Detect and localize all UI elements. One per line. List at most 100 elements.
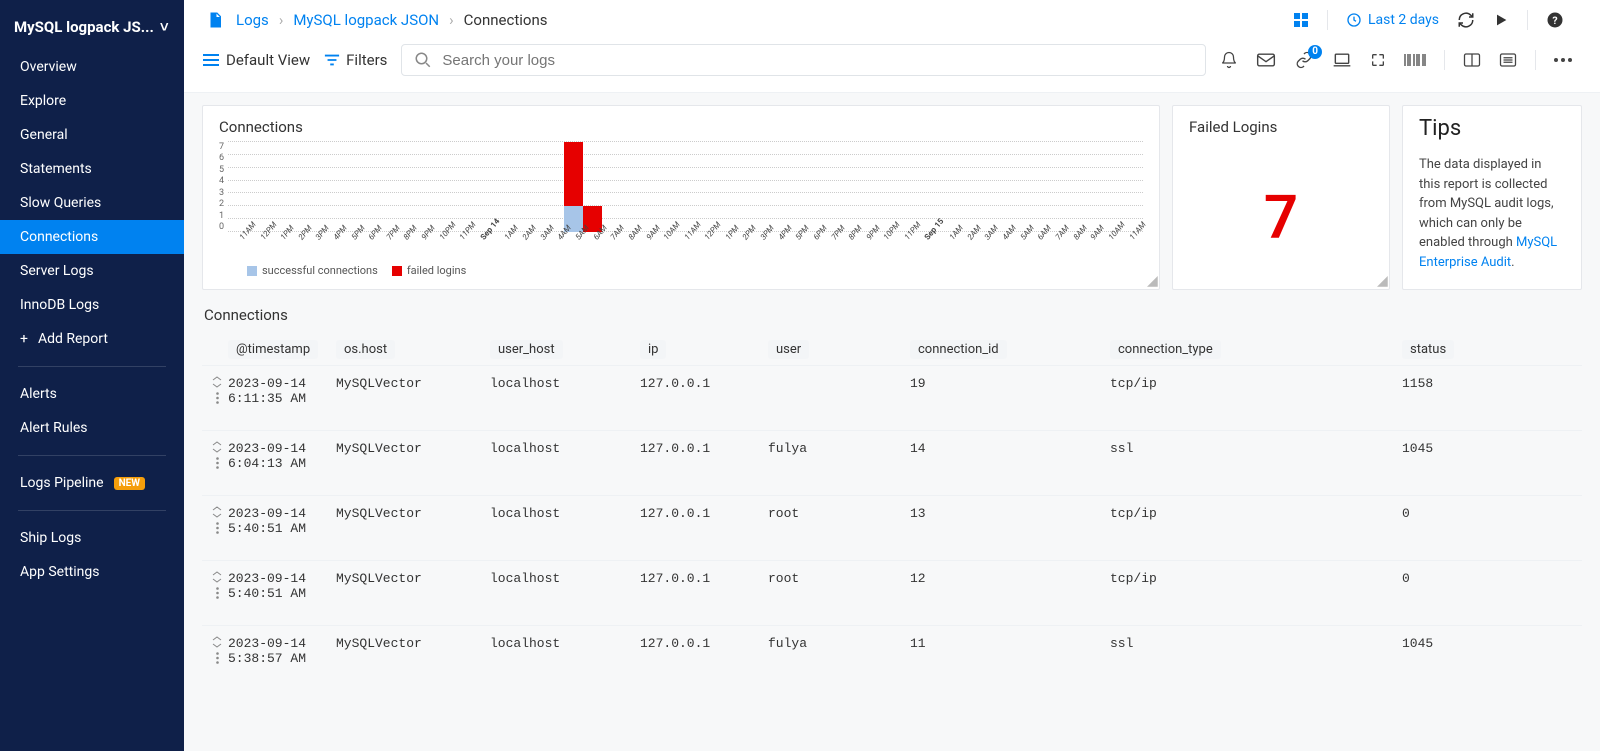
mail-icon[interactable]	[1256, 52, 1276, 68]
refresh-icon[interactable]	[1457, 11, 1475, 29]
cell-st: 1045	[1402, 441, 1502, 471]
link-icon[interactable]: 0	[1294, 51, 1314, 69]
nav-logs-pipeline[interactable]: Logs Pipeline NEW	[0, 466, 184, 500]
breadcrumb-current: Connections	[464, 11, 548, 29]
play-icon[interactable]	[1493, 12, 1509, 28]
chart-title: Connections	[219, 118, 1143, 136]
bell-icon[interactable]	[1220, 51, 1238, 69]
row-expand[interactable]	[206, 571, 228, 601]
resize-handle[interactable]: ◢	[1377, 277, 1387, 287]
cell-st: 1045	[1402, 636, 1502, 666]
split-icon[interactable]	[1463, 52, 1481, 68]
table-row[interactable]: 2023-09-145:40:51 AMMySQLVectorlocalhost…	[202, 495, 1582, 560]
search-input[interactable]	[442, 52, 1193, 69]
col-ip[interactable]: ip	[640, 340, 666, 359]
expand-icon[interactable]	[1370, 52, 1386, 68]
cell-host: MySQLVector	[336, 571, 490, 601]
connections-chart-panel: Connections 76543210 11AM12PM1PM2PM3PM4P…	[202, 105, 1160, 290]
cell-cid: 19	[910, 376, 1110, 406]
cell-cid: 13	[910, 506, 1110, 536]
cell-timestamp: 2023-09-145:38:57 AM	[228, 636, 336, 666]
table-row[interactable]: 2023-09-145:40:51 AMMySQLVectorlocalhost…	[202, 560, 1582, 625]
cell-host: MySQLVector	[336, 636, 490, 666]
col-host[interactable]: os.host	[336, 340, 395, 359]
table-title: Connections	[204, 306, 1580, 324]
link-badge: 0	[1308, 45, 1322, 59]
sidebar-item-slow-queries[interactable]: Slow Queries	[0, 186, 184, 220]
col-ct[interactable]: connection_type	[1110, 340, 1221, 359]
failed-title: Failed Logins	[1189, 118, 1277, 136]
time-range-selector[interactable]: Last 2 days	[1346, 12, 1439, 28]
sidebar-item-statements[interactable]: Statements	[0, 152, 184, 186]
table-row[interactable]: 2023-09-146:04:13 AMMySQLVectorlocalhost…	[202, 430, 1582, 495]
svg-text:?: ?	[1552, 14, 1557, 27]
cell-cid: 11	[910, 636, 1110, 666]
laptop-icon[interactable]	[1332, 51, 1352, 69]
cell-ip: 127.0.0.1	[640, 636, 768, 666]
row-expand[interactable]	[206, 636, 228, 666]
filters-button[interactable]: Filters	[324, 51, 387, 69]
sidebar-item-server-logs[interactable]: Server Logs	[0, 254, 184, 288]
col-st[interactable]: status	[1402, 340, 1454, 359]
cell-userhost: localhost	[490, 441, 640, 471]
more-icon[interactable]	[1554, 58, 1572, 62]
cell-ip: 127.0.0.1	[640, 376, 768, 406]
add-report[interactable]: + Add Report	[0, 322, 184, 356]
table-row[interactable]: 2023-09-146:11:35 AMMySQLVectorlocalhost…	[202, 365, 1582, 430]
cell-user: fulya	[768, 636, 910, 666]
nav-app-settings[interactable]: App Settings	[0, 555, 184, 589]
sidebar-item-overview[interactable]: Overview	[0, 50, 184, 84]
app-selector[interactable]: MySQL logpack JS... ˅	[0, 12, 184, 50]
breadcrumb-logs[interactable]: Logs	[236, 11, 269, 29]
barcode-icon[interactable]	[1404, 53, 1426, 67]
default-view-button[interactable]: Default View	[202, 51, 310, 69]
chart-legend: successful connections failed logins	[219, 264, 1143, 277]
col-cid[interactable]: connection_id	[910, 340, 1007, 359]
cell-ip: 127.0.0.1	[640, 506, 768, 536]
row-expand[interactable]	[206, 376, 228, 406]
nav-alert-rules[interactable]: Alert Rules	[0, 411, 184, 445]
cell-user	[768, 376, 910, 406]
table-row[interactable]: 2023-09-145:38:57 AMMySQLVectorlocalhost…	[202, 625, 1582, 690]
connections-chart[interactable]: 76543210	[219, 142, 1143, 232]
legend-item[interactable]: failed logins	[392, 264, 466, 277]
nav-ship-logs[interactable]: Ship Logs	[0, 521, 184, 555]
legend-item[interactable]: successful connections	[247, 264, 378, 277]
col-userhost[interactable]: user_host	[490, 340, 563, 359]
cell-ct: tcp/ip	[1110, 506, 1402, 536]
cell-st: 1158	[1402, 376, 1502, 406]
cell-userhost: localhost	[490, 636, 640, 666]
add-report-label: Add Report	[38, 331, 108, 347]
new-badge: NEW	[114, 477, 145, 490]
search-wrap[interactable]	[401, 44, 1206, 76]
cell-host: MySQLVector	[336, 506, 490, 536]
chevron-down-icon: ˅	[160, 18, 169, 36]
main: Logs › MySQL logpack JSON › Connections …	[184, 0, 1600, 751]
document-icon[interactable]	[206, 11, 224, 29]
cell-st: 0	[1402, 571, 1502, 601]
cell-ct: ssl	[1110, 636, 1402, 666]
tips-text: The data displayed in this report is col…	[1419, 155, 1565, 272]
sidebar-item-explore[interactable]: Explore	[0, 84, 184, 118]
col-user[interactable]: user	[768, 340, 809, 359]
sidebar-item-innodb-logs[interactable]: InnoDB Logs	[0, 288, 184, 322]
table-header: @timestamp os.host user_host ip user con…	[202, 334, 1582, 365]
row-expand[interactable]	[206, 441, 228, 471]
resize-handle[interactable]: ◢	[1147, 277, 1157, 287]
cell-timestamp: 2023-09-146:04:13 AM	[228, 441, 336, 471]
sidebar-item-general[interactable]: General	[0, 118, 184, 152]
cell-userhost: localhost	[490, 506, 640, 536]
breadcrumb-app[interactable]: MySQL logpack JSON	[293, 11, 439, 29]
row-expand[interactable]	[206, 506, 228, 536]
nav-alerts[interactable]: Alerts	[0, 377, 184, 411]
list-icon[interactable]	[1499, 52, 1517, 68]
help-icon[interactable]: ?	[1546, 11, 1564, 29]
bar-failed[interactable]	[564, 142, 583, 206]
cell-timestamp: 2023-09-145:40:51 AM	[228, 571, 336, 601]
col-timestamp[interactable]: @timestamp	[228, 340, 318, 359]
grid-icon[interactable]	[1293, 12, 1309, 28]
cell-timestamp: 2023-09-146:11:35 AM	[228, 376, 336, 406]
plus-icon: +	[20, 331, 28, 347]
sidebar-item-connections[interactable]: Connections	[0, 220, 184, 254]
topbar: Logs › MySQL logpack JSON › Connections …	[184, 0, 1600, 36]
